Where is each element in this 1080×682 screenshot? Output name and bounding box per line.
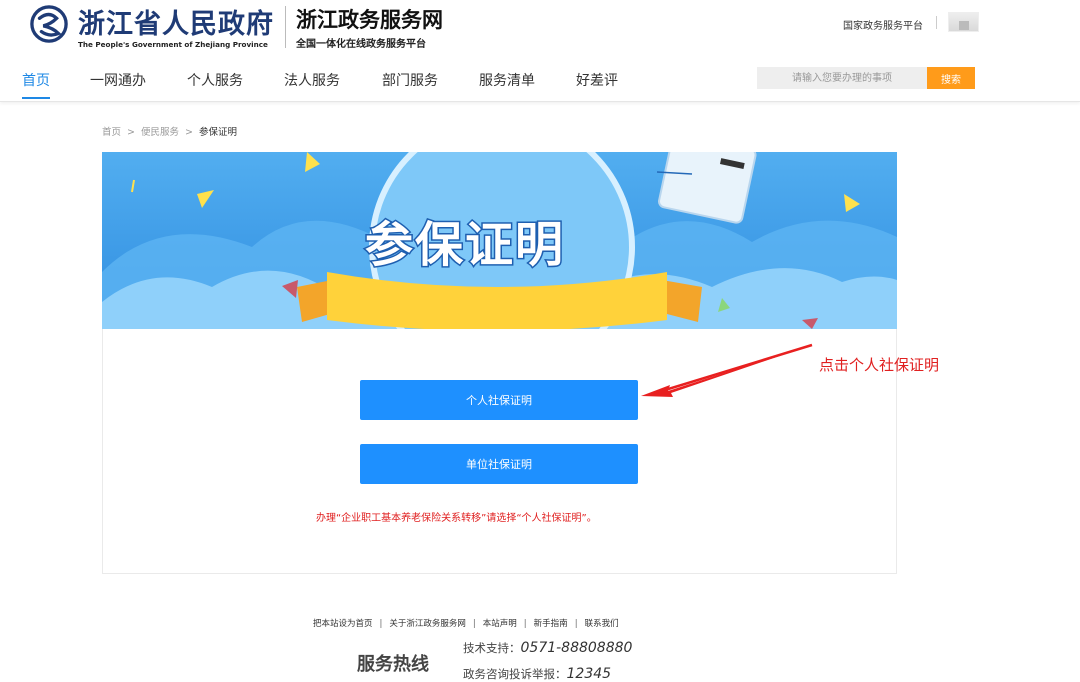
breadcrumb-home[interactable]: 首页 — [102, 127, 121, 138]
nav-item-rating[interactable]: 好差评 — [576, 70, 618, 90]
nav-item-service-list[interactable]: 服务清单 — [479, 70, 535, 90]
transfer-notice: 办理“企业职工基本养老保险关系转移”请选择“个人社保证明”。 — [316, 513, 597, 524]
footer-links: 把本站设为首页 | 关于浙江政务服务网 | 本站声明 | 新手指南 | 联系我们 — [313, 617, 619, 629]
tech-support-label: 技术支持： — [463, 641, 521, 655]
user-avatar[interactable] — [948, 12, 979, 32]
personal-insurance-certificate-button[interactable]: 个人社保证明 — [360, 380, 638, 420]
footer-separator: | — [574, 619, 578, 629]
footer-link-statement[interactable]: 本站声明 — [483, 619, 517, 629]
zhejiang-emblem-icon[interactable] — [30, 5, 68, 43]
footer-link-contact[interactable]: 联系我们 — [585, 619, 619, 629]
breadcrumb-separator: > — [127, 127, 135, 138]
banner-title: 参保证明 — [363, 216, 566, 275]
search-button[interactable]: 搜索 — [927, 67, 975, 89]
footer-link-set-homepage[interactable]: 把本站设为首页 — [313, 619, 373, 629]
logo-subtitle: The People's Government of Zhejiang Prov… — [78, 40, 268, 49]
search-input[interactable] — [757, 67, 927, 89]
tech-support: 技术支持：0571-88808880 — [463, 640, 632, 656]
breadcrumb-separator: > — [185, 127, 193, 138]
national-platform-link[interactable]: 国家政务服务平台 — [843, 17, 923, 32]
complaint-number: 12345 — [566, 666, 612, 682]
footer-separator: | — [472, 619, 476, 629]
footer-separator: | — [379, 619, 383, 629]
nav-item-legal[interactable]: 法人服务 — [284, 70, 340, 90]
footer-separator: | — [523, 619, 527, 629]
breadcrumb: 首页 > 便民服务 > 参保证明 — [102, 124, 237, 138]
nav-item-home[interactable]: 首页 — [22, 70, 50, 99]
company-insurance-certificate-button[interactable]: 单位社保证明 — [360, 444, 638, 484]
header-separator — [936, 16, 937, 29]
breadcrumb-convenience[interactable]: 便民服务 — [141, 127, 179, 138]
complaint-hotline: 政务咨询投诉举报：12345 — [463, 666, 611, 682]
portal-subtitle: 全国一体化在线政务服务平台 — [296, 39, 426, 50]
logo-divider — [285, 6, 286, 48]
breadcrumb-current: 参保证明 — [198, 127, 237, 138]
hotline-label: 服务热线 — [357, 654, 429, 675]
footer-link-about[interactable]: 关于浙江政务服务网 — [389, 619, 466, 629]
nav-item-department[interactable]: 部门服务 — [382, 70, 438, 90]
header: 浙江省人民政府 The People's Government of Zheji… — [0, 0, 1080, 60]
tech-support-number: 0571-88808880 — [520, 640, 633, 656]
nav-item-one-stop[interactable]: 一网通办 — [90, 70, 146, 90]
annotation-text: 点击个人社保证明 — [819, 356, 940, 374]
nav-item-personal[interactable]: 个人服务 — [187, 70, 243, 90]
portal-title[interactable]: 浙江政务服务网 — [296, 4, 443, 34]
logo-title[interactable]: 浙江省人民政府 — [78, 2, 274, 41]
footer-link-guide[interactable]: 新手指南 — [534, 619, 568, 629]
